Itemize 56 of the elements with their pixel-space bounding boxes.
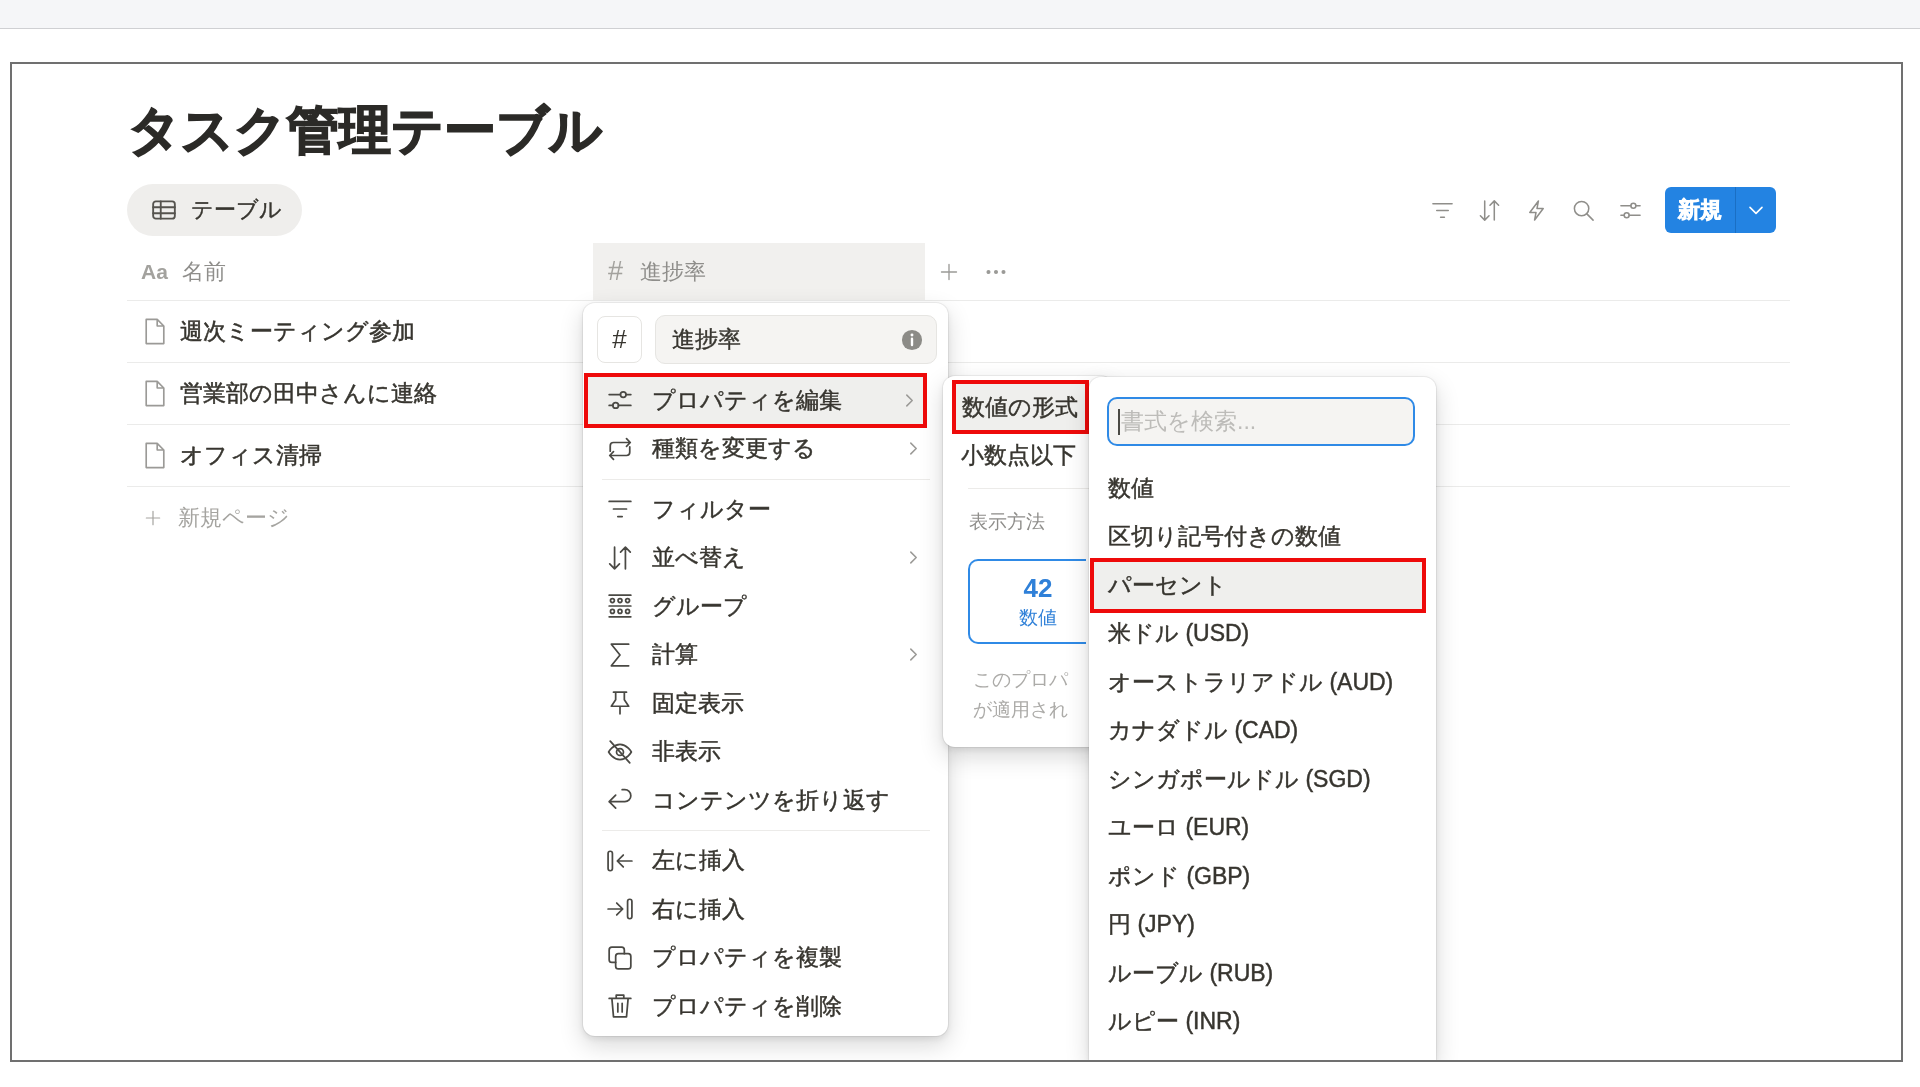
search-icon[interactable] <box>1572 198 1595 222</box>
sort-icon[interactable] <box>1478 198 1501 222</box>
copy-icon <box>607 944 633 971</box>
menu-item[interactable]: ルピー (INR) <box>1093 997 1423 1046</box>
menu-item[interactable]: フィルター <box>587 485 924 534</box>
menu-item[interactable]: コンテンツを折り返す <box>587 776 924 825</box>
view-tab[interactable]: テーブル <box>127 184 302 236</box>
document-icon <box>144 380 166 407</box>
menu-item[interactable]: 小数点以下 <box>955 431 1086 479</box>
menu-item[interactable]: パーセント <box>1090 558 1426 613</box>
menu-item[interactable]: オーストラリアドル (AUD) <box>1093 658 1423 707</box>
menu-item[interactable]: 固定表示 <box>587 679 924 728</box>
property-name-field[interactable]: 進捗率 <box>655 315 937 364</box>
table-icon <box>151 197 177 223</box>
description-text: このプロパ が適用され <box>973 668 1069 722</box>
menu-item[interactable]: 左に挿入 <box>587 836 924 885</box>
menu-item[interactable]: 並べ替え <box>587 533 924 582</box>
plus-icon <box>145 510 161 526</box>
property-type-button[interactable]: # <box>597 316 642 363</box>
menu-item[interactable]: プロパティを編集 <box>584 373 927 428</box>
menu-item[interactable]: シンガポールドル (SGD) <box>1093 755 1423 804</box>
display-option-card[interactable]: 42 数値 <box>968 559 1086 644</box>
menu-item[interactable]: ルーブル (RUB) <box>1093 949 1423 998</box>
insert-right-icon <box>607 896 633 923</box>
grid-icon <box>607 593 633 620</box>
menu-item[interactable]: ポンド (GBP) <box>1093 852 1423 901</box>
menu-item[interactable]: 右に挿入 <box>587 885 924 934</box>
menu-item[interactable]: 区切り記号付きの数値 <box>1093 512 1423 561</box>
insert-left-icon <box>607 847 633 874</box>
section-label: 表示方法 <box>969 510 1046 534</box>
new-dropdown-button[interactable] <box>1735 187 1776 233</box>
menu-item[interactable]: 数値 <box>1093 464 1423 513</box>
menu-item[interactable]: プロパティを削除 <box>587 982 924 1031</box>
menu-item[interactable]: プロパティを複製 <box>587 933 924 982</box>
new-button[interactable]: 新規 <box>1665 187 1735 233</box>
document-icon <box>144 318 166 345</box>
menu-item[interactable]: 円 (JPY) <box>1093 900 1423 949</box>
document-icon <box>144 442 166 469</box>
eye-slash-icon <box>607 738 633 765</box>
row-title[interactable]: オフィス清掃 <box>180 440 322 471</box>
search-field[interactable]: 書式を検索... <box>1107 397 1415 446</box>
menu-item[interactable]: 計算 <box>587 630 924 679</box>
menu-item[interactable]: 数値の形式 <box>952 380 1089 434</box>
row-title[interactable]: 営業部の田中さんに連絡 <box>180 378 437 409</box>
text-cursor-icon <box>1118 409 1120 435</box>
row-title[interactable]: 週次ミーティング参加 <box>180 316 415 347</box>
trash-icon <box>607 993 633 1020</box>
plus-icon[interactable] <box>940 262 958 281</box>
menu-item[interactable]: ユーロ (EUR) <box>1093 803 1423 852</box>
info-icon[interactable] <box>901 328 923 351</box>
swap-arrows-icon <box>607 435 633 462</box>
page-title: タスク管理テーブル <box>128 100 603 161</box>
sort-icon <box>607 544 633 571</box>
menu-item[interactable]: グループ <box>587 582 924 631</box>
menu-item[interactable]: カナダドル (CAD) <box>1093 706 1423 755</box>
menu-item[interactable]: 非表示 <box>587 727 924 776</box>
